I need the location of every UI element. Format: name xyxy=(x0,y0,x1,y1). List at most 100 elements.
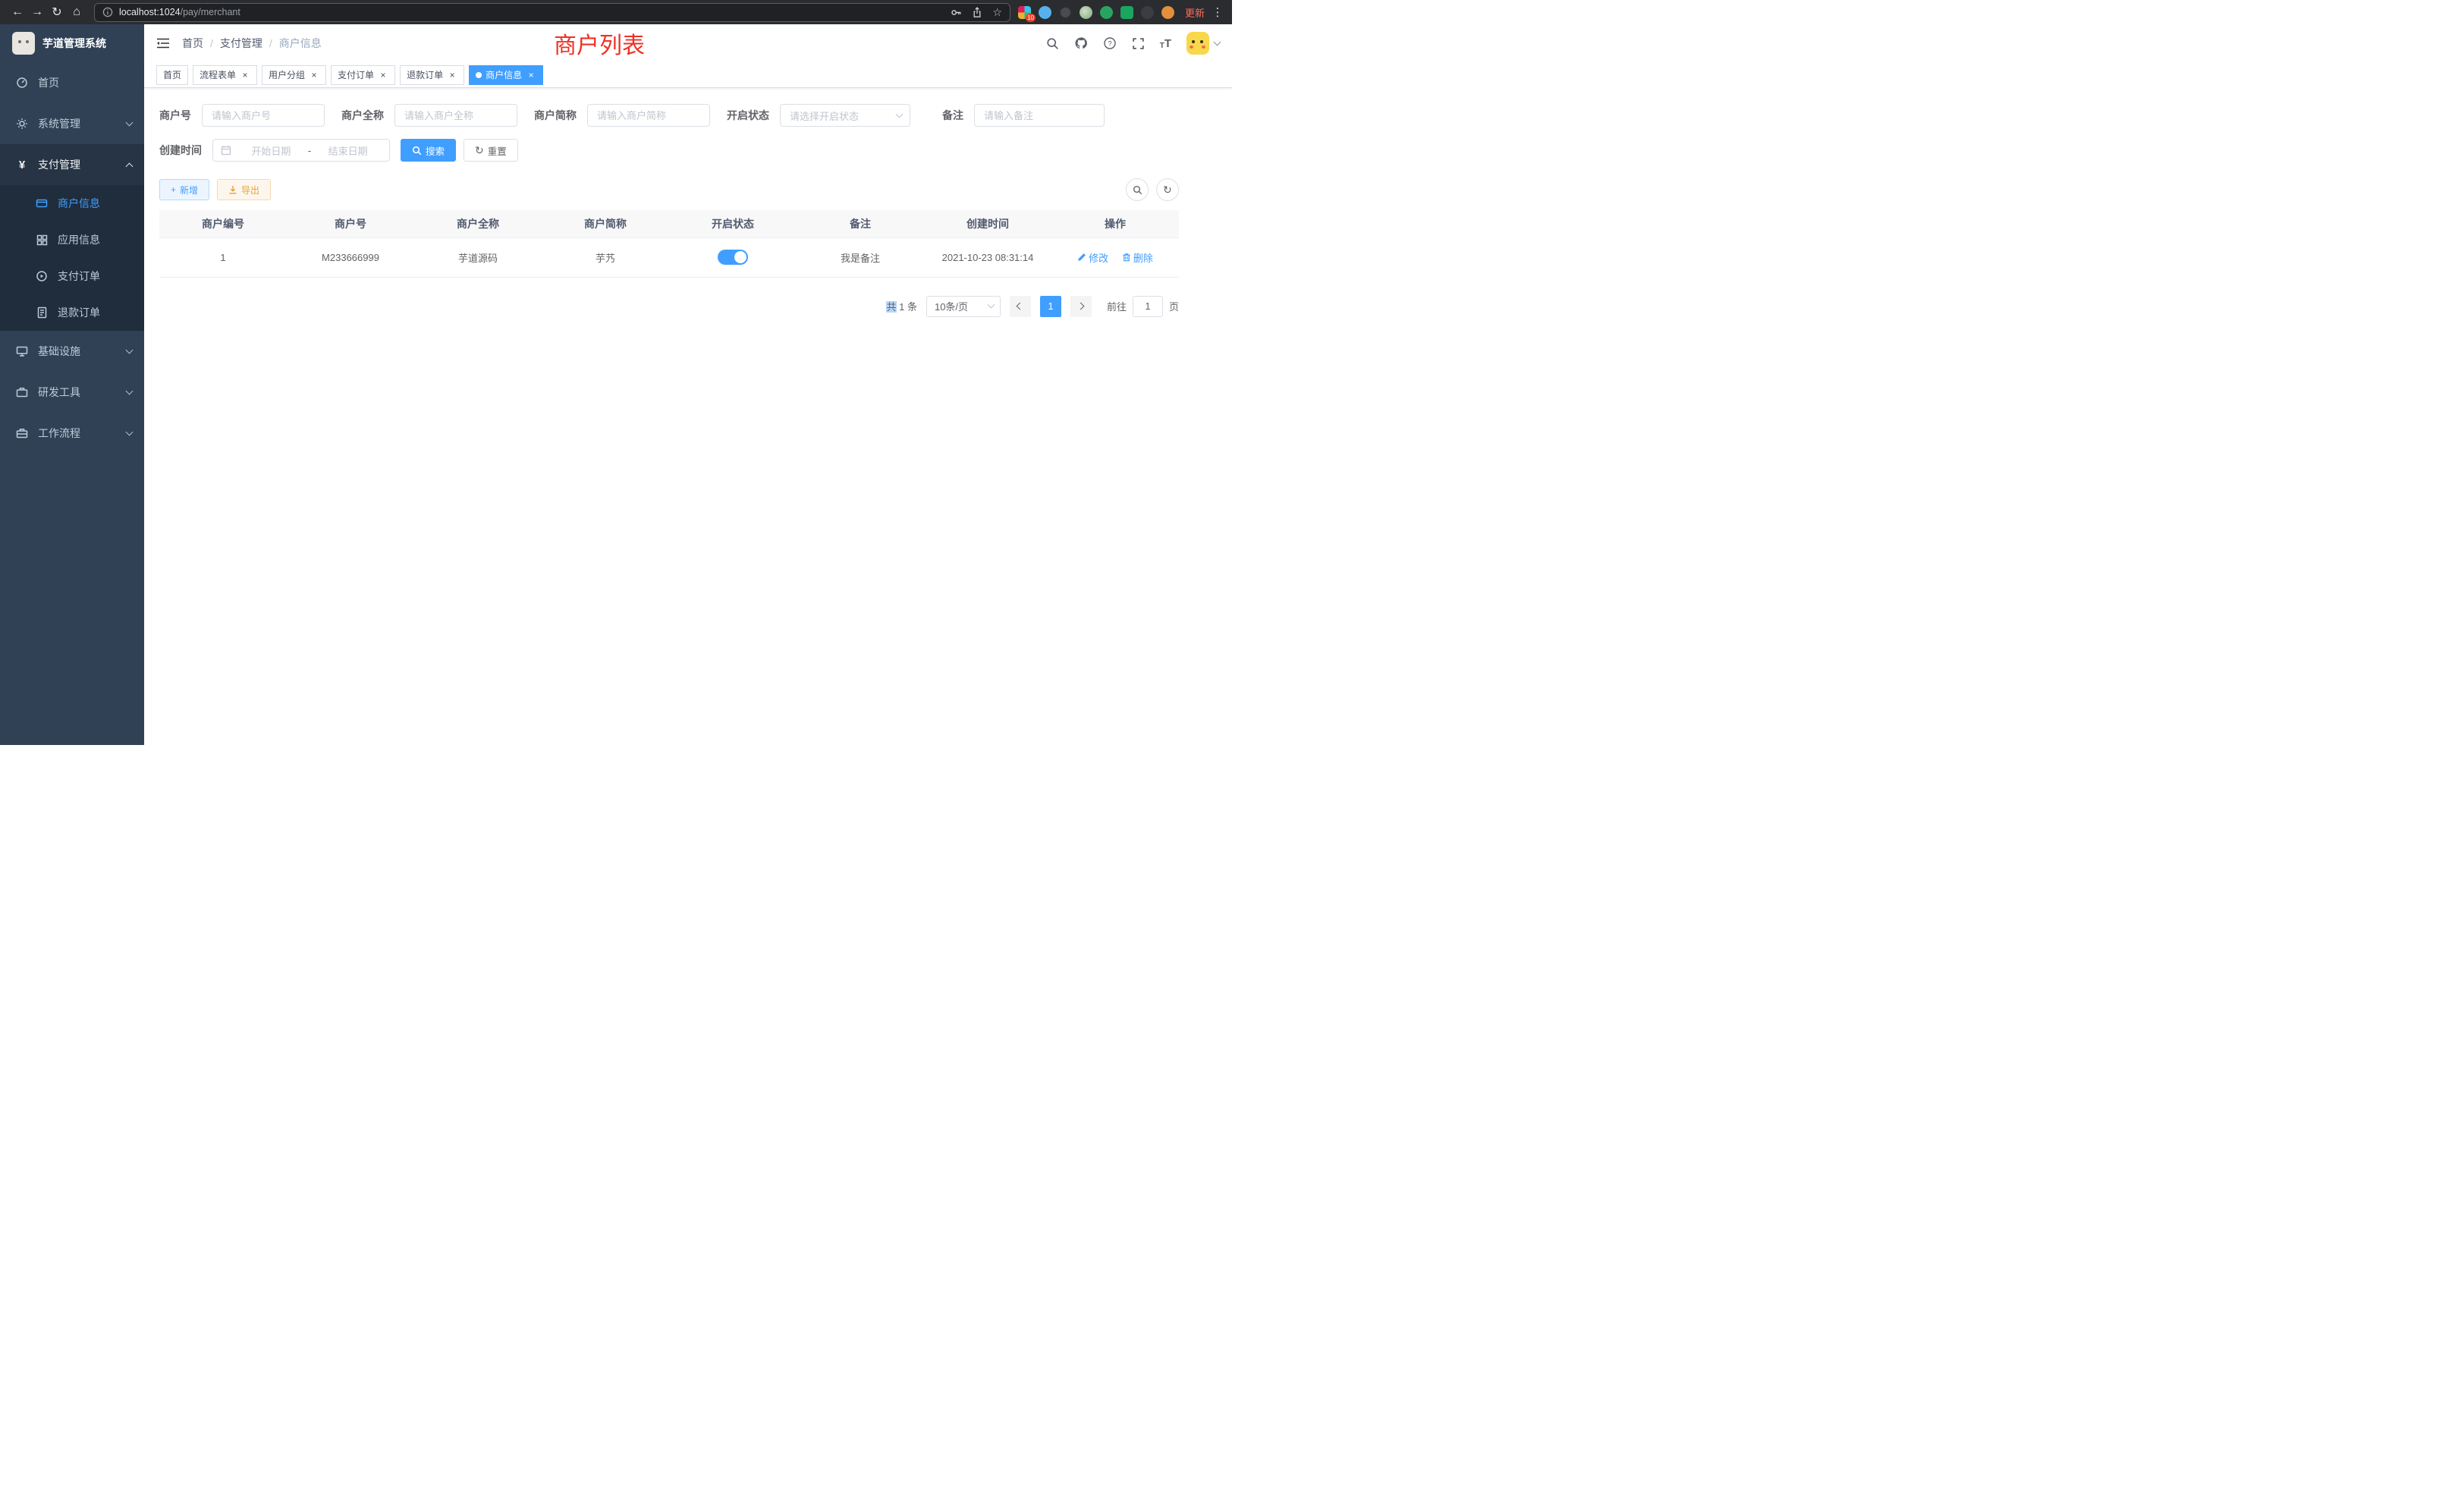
tab-home[interactable]: 首页 xyxy=(156,65,188,85)
reset-button[interactable]: ↻ 重置 xyxy=(464,139,518,162)
toolbox-icon xyxy=(15,386,29,398)
svg-text:?: ? xyxy=(1108,39,1111,47)
sidebar-item-label: 研发工具 xyxy=(38,385,80,400)
main-area: 首页 / 支付管理 / 商户信息 商户列表 xyxy=(144,24,1232,745)
close-icon[interactable]: × xyxy=(309,70,319,80)
page-size-select[interactable]: 10条/页 xyxy=(926,296,1001,317)
browser-refresh-icon[interactable]: ↻ xyxy=(47,2,67,22)
breadcrumb-payment[interactable]: 支付管理 xyxy=(220,36,262,51)
extension-dark-ring-icon[interactable] xyxy=(1059,6,1072,19)
tab-user-group[interactable]: 用户分组 × xyxy=(262,65,326,85)
extension-green-square-icon[interactable] xyxy=(1120,6,1133,19)
font-size-icon[interactable]: TT xyxy=(1160,37,1171,50)
toggle-search-button[interactable] xyxy=(1126,178,1149,201)
col-remark: 备注 xyxy=(797,210,924,237)
create-time-range-picker[interactable]: 开始日期 - 结束日期 xyxy=(212,139,390,162)
sidebar-item-system[interactable]: 系统管理 xyxy=(0,103,144,144)
browser-forward-icon[interactable]: → xyxy=(27,2,47,22)
search-icon[interactable] xyxy=(1046,37,1059,50)
extension-drop-icon[interactable] xyxy=(1039,6,1051,19)
export-button[interactable]: 导出 xyxy=(217,179,271,200)
sidebar-item-dev-tools[interactable]: 研发工具 xyxy=(0,372,144,413)
url-host: localhost:1024 xyxy=(119,7,181,17)
prev-page-button[interactable] xyxy=(1010,296,1031,317)
fullscreen-icon[interactable] xyxy=(1132,37,1145,50)
password-key-icon[interactable] xyxy=(951,7,962,18)
sidebar-item-infrastructure[interactable]: 基础设施 xyxy=(0,331,144,372)
close-icon[interactable]: × xyxy=(378,70,388,80)
sidebar-item-workflow[interactable]: 工作流程 xyxy=(0,413,144,454)
page-info-icon[interactable] xyxy=(102,7,113,17)
user-avatar-menu[interactable] xyxy=(1186,32,1220,55)
url-text[interactable]: localhost:1024/pay/merchant xyxy=(119,7,944,17)
merchant-name-input[interactable] xyxy=(394,104,517,127)
browser-menu-icon[interactable]: ⋮ xyxy=(1211,5,1224,19)
filter-row-2: 创建时间 开始日期 - 结束日期 xyxy=(159,139,1179,162)
sidebar: 芋道管理系统 首页 系统管理 xyxy=(0,24,144,745)
browser-back-icon[interactable]: ← xyxy=(8,2,27,22)
status-toggle[interactable] xyxy=(718,250,748,265)
merchant-short-label: 商户简称 xyxy=(534,108,577,123)
tab-refund-orders[interactable]: 退款订单 × xyxy=(400,65,464,85)
sidebar-item-label: 应用信息 xyxy=(58,232,100,247)
status-select[interactable]: 请选择开启状态 xyxy=(780,104,910,127)
browser-update-button[interactable]: 更新 xyxy=(1185,5,1205,20)
extension-slack-icon[interactable]: 10 xyxy=(1018,6,1031,19)
breadcrumb: 首页 / 支付管理 / 商户信息 xyxy=(182,36,322,51)
refresh-table-button[interactable]: ↻ xyxy=(1156,178,1179,201)
page-unit-label: 页 xyxy=(1169,299,1179,313)
merchant-no-input[interactable] xyxy=(202,104,325,127)
sidebar-item-app-info[interactable]: 应用信息 xyxy=(0,222,144,258)
help-icon[interactable]: ? xyxy=(1103,36,1117,50)
page-content: 商户号 商户全称 商户简称 开启状态 请选择开启状态 xyxy=(144,88,1232,317)
extension-orange-icon[interactable] xyxy=(1161,6,1174,19)
download-icon xyxy=(228,185,237,194)
extension-avatar-icon[interactable] xyxy=(1080,6,1092,19)
tab-merchant-info[interactable]: 商户信息 × xyxy=(469,65,543,85)
share-icon[interactable] xyxy=(972,7,982,18)
close-icon[interactable]: × xyxy=(240,70,250,80)
edit-link[interactable]: 修改 xyxy=(1077,250,1108,265)
breadcrumb-separator: / xyxy=(210,37,213,49)
add-button[interactable]: + 新增 xyxy=(159,179,209,200)
sidebar-item-merchant-info[interactable]: 商户信息 xyxy=(0,185,144,222)
address-bar[interactable]: localhost:1024/pay/merchant ☆ xyxy=(94,3,1010,22)
merchant-short-input[interactable] xyxy=(587,104,710,127)
chevron-right-icon xyxy=(1077,303,1085,310)
sidebar-item-pay-orders[interactable]: 支付订单 xyxy=(0,258,144,294)
github-icon[interactable] xyxy=(1074,36,1088,50)
cell-actions: 修改 删除 xyxy=(1051,237,1179,277)
sidebar-item-payment[interactable]: ¥ 支付管理 xyxy=(0,144,144,185)
sidebar-item-label: 系统管理 xyxy=(38,116,80,131)
search-button[interactable]: 搜索 xyxy=(401,139,456,162)
refresh-icon: ↻ xyxy=(475,145,484,156)
address-bar-icons: ☆ xyxy=(951,6,1002,19)
tab-process-form[interactable]: 流程表单 × xyxy=(193,65,257,85)
chevron-down-icon xyxy=(1214,38,1221,46)
extension-pinwheel-icon[interactable] xyxy=(1141,6,1154,19)
tab-pay-orders[interactable]: 支付订单 × xyxy=(331,65,395,85)
cell-merchant-short: 芋艿 xyxy=(542,237,669,277)
navbar-actions: ? TT xyxy=(1046,32,1220,55)
chevron-down-icon xyxy=(126,428,134,435)
breadcrumb-home[interactable]: 首页 xyxy=(182,36,203,51)
plus-icon: + xyxy=(171,184,176,195)
goto-page-input[interactable] xyxy=(1133,296,1163,317)
extension-green-circle-icon[interactable] xyxy=(1100,6,1113,19)
sidebar-toggle-icon[interactable] xyxy=(156,38,170,49)
sidebar-item-home[interactable]: 首页 xyxy=(0,62,144,103)
merchant-table: 商户编号 商户号 商户全称 商户简称 开启状态 备注 创建时间 操作 1 xyxy=(159,210,1179,278)
briefcase-icon xyxy=(15,427,29,439)
browser-home-icon[interactable]: ⌂ xyxy=(67,2,86,22)
bookmark-star-icon[interactable]: ☆ xyxy=(992,6,1002,19)
sidebar-item-refund-orders[interactable]: 退款订单 xyxy=(0,294,144,331)
next-page-button[interactable] xyxy=(1070,296,1092,317)
remark-input[interactable] xyxy=(974,104,1105,127)
page-number-1[interactable]: 1 xyxy=(1040,296,1061,317)
close-icon[interactable]: × xyxy=(447,70,457,80)
close-icon[interactable]: × xyxy=(526,70,536,80)
table-header-row: 商户编号 商户号 商户全称 商户简称 开启状态 备注 创建时间 操作 xyxy=(159,210,1179,237)
delete-link[interactable]: 删除 xyxy=(1122,250,1153,265)
app-logo[interactable]: 芋道管理系统 xyxy=(0,24,144,62)
pencil-icon xyxy=(1077,253,1086,262)
